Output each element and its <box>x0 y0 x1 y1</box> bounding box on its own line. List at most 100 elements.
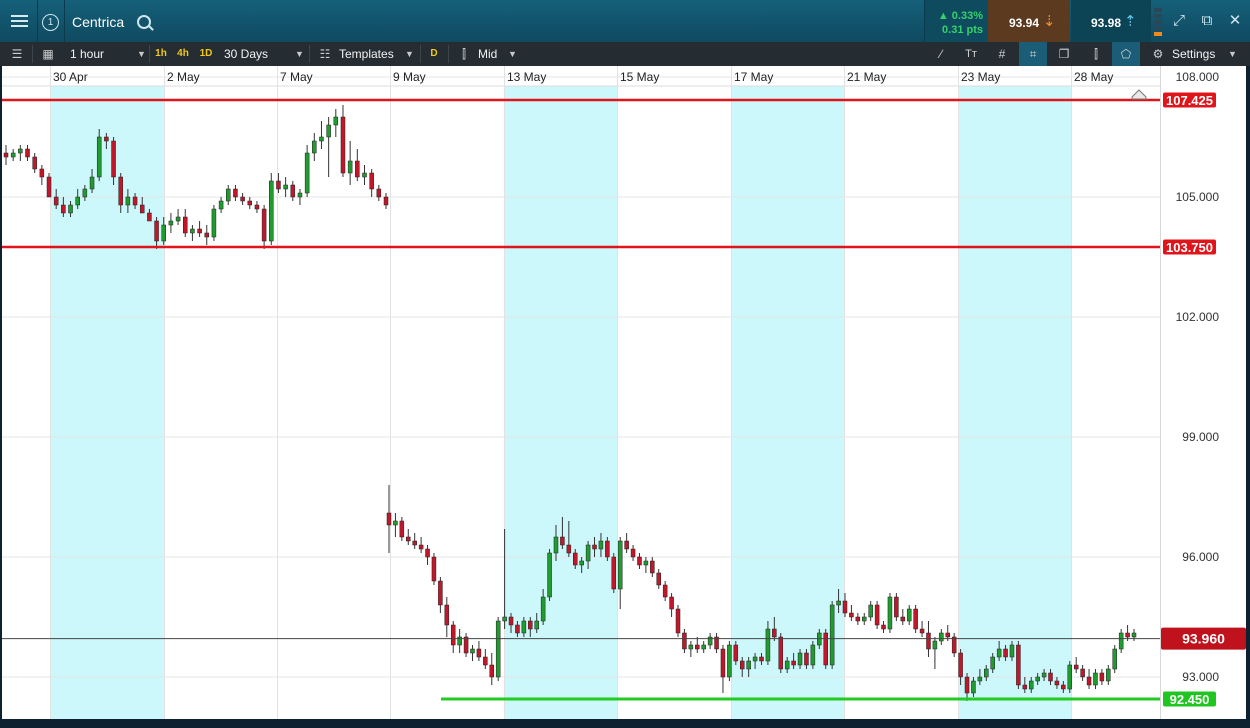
candle-body <box>218 200 224 210</box>
buy-price: 93.98 <box>1091 16 1122 30</box>
menu-icon[interactable] <box>0 0 38 42</box>
candle-body <box>39 168 45 178</box>
candle <box>829 601 835 669</box>
templates-icon[interactable]: ☷ <box>311 42 339 66</box>
tag-icon[interactable]: ⬠ <box>1112 42 1140 66</box>
candle-body <box>862 616 867 622</box>
sell-price: 93.94 <box>1009 16 1040 30</box>
settings-button[interactable]: Settings <box>1172 42 1215 66</box>
candle-body <box>1061 684 1066 690</box>
close-icon[interactable]: ✕ <box>1221 0 1249 42</box>
candle-body <box>182 216 188 234</box>
chevron-down-icon[interactable]: ▼ <box>295 42 304 66</box>
candle-body <box>46 176 52 198</box>
candle-body <box>10 152 16 158</box>
candle-body <box>3 152 9 158</box>
candle-body <box>476 648 482 658</box>
settings-gear-icon[interactable]: ⚙ <box>1144 42 1172 66</box>
candle-body <box>1009 644 1015 658</box>
candle-body <box>75 196 80 206</box>
level-label: 107.425 <box>1166 93 1213 108</box>
candle-body <box>868 604 873 618</box>
candle-body <box>1028 680 1034 690</box>
candle-body <box>82 188 88 198</box>
candle <box>211 205 217 241</box>
popout-icon[interactable]: ⧉ <box>1193 0 1221 42</box>
x-tick-label: 2 May <box>167 70 200 84</box>
candle-body <box>573 552 578 566</box>
candle-body <box>1080 668 1085 678</box>
interval-1d-button[interactable]: 1D <box>197 46 215 62</box>
chevron-down-icon[interactable]: ▼ <box>137 42 146 66</box>
candle-body <box>89 176 95 190</box>
candle-body <box>829 604 835 666</box>
layout-grid-icon[interactable]: ▦ <box>34 42 62 66</box>
buy-button[interactable]: 93.98 ⇡ <box>1071 0 1151 42</box>
search-icon[interactable] <box>137 15 151 29</box>
candle-body <box>290 184 296 198</box>
candle-body <box>849 612 854 618</box>
candle <box>887 593 893 633</box>
x-tick-label: 30 Apr <box>53 70 88 84</box>
candle-body <box>669 596 674 610</box>
candle-body <box>534 620 539 630</box>
candle-body <box>797 652 803 666</box>
candle-body <box>560 536 565 546</box>
account-badge[interactable]: 1 <box>38 0 64 42</box>
chevron-down-icon[interactable]: ▼ <box>508 42 517 66</box>
candle-body <box>1093 672 1098 686</box>
interval-4h-button[interactable]: 4h <box>174 46 192 62</box>
crosshair-icon[interactable]: ⌗ <box>1019 42 1047 66</box>
candle-body <box>1131 632 1137 638</box>
top-bar: 1 Centrica ▲ 0.33% 0.31 pts 93.94 ⇣ 93.9… <box>0 0 1250 43</box>
candle-body <box>470 648 475 654</box>
chart-type-icon[interactable]: ⫿ <box>1082 42 1110 66</box>
candlestick-icon[interactable]: ⫿ <box>450 42 478 66</box>
interval-1h-button[interactable]: 1h <box>152 46 170 62</box>
grid-icon[interactable]: # <box>988 42 1016 66</box>
candle-body <box>431 556 437 582</box>
chevron-down-icon[interactable]: ▼ <box>405 42 414 66</box>
text-size-icon[interactable]: Tᴛ <box>957 42 985 66</box>
candle-body <box>894 596 899 618</box>
expand-icon[interactable]: ⤢ <box>1165 0 1193 42</box>
draw-line-icon[interactable]: ∕ <box>927 42 955 66</box>
candle-body <box>1086 676 1092 686</box>
candle-body <box>1041 672 1047 678</box>
range-select[interactable]: 30 Days <box>224 42 268 66</box>
sell-button[interactable]: 93.94 ⇣ <box>988 0 1070 42</box>
candle-body <box>842 600 848 614</box>
candle-body <box>900 616 906 622</box>
candle-body <box>791 660 796 666</box>
candle-body <box>161 224 166 242</box>
candle-body <box>147 212 152 222</box>
candle-body <box>592 544 597 550</box>
candle-body <box>1035 676 1040 682</box>
candle-body <box>598 540 604 550</box>
market-depth-icon <box>1151 0 1165 42</box>
candle-body <box>418 544 424 550</box>
candle-body <box>624 540 629 550</box>
down-arrow-icon: ⇣ <box>1043 13 1056 30</box>
templates-button[interactable]: Templates <box>339 42 394 66</box>
chevron-down-icon[interactable]: ▼ <box>1228 42 1237 66</box>
candle <box>675 605 681 637</box>
shaded-day-band <box>50 86 164 719</box>
candlestick-chart[interactable]: 30 Apr 2 May 7 May 9 May 13 May 15 May 17 May 2… <box>0 66 1250 728</box>
candle-body <box>650 560 655 574</box>
candle-body <box>283 184 288 190</box>
candle-body <box>945 632 950 638</box>
candle-body <box>425 548 430 558</box>
candle-body <box>784 660 790 670</box>
price-type-select[interactable]: Mid <box>478 42 497 66</box>
candle-body <box>489 664 495 678</box>
d-button[interactable]: D <box>427 46 441 62</box>
candle-body <box>939 632 944 642</box>
list-icon[interactable]: ☰ <box>3 42 31 66</box>
change-percent: ▲ 0.33% <box>937 10 983 22</box>
instrument-name: Centrica <box>72 14 125 30</box>
instrument-selector[interactable]: Centrica <box>64 0 324 42</box>
interval-select[interactable]: 1 hour <box>70 42 104 66</box>
candle-body <box>1016 644 1021 686</box>
copy-icon[interactable]: ❐ <box>1050 42 1078 66</box>
